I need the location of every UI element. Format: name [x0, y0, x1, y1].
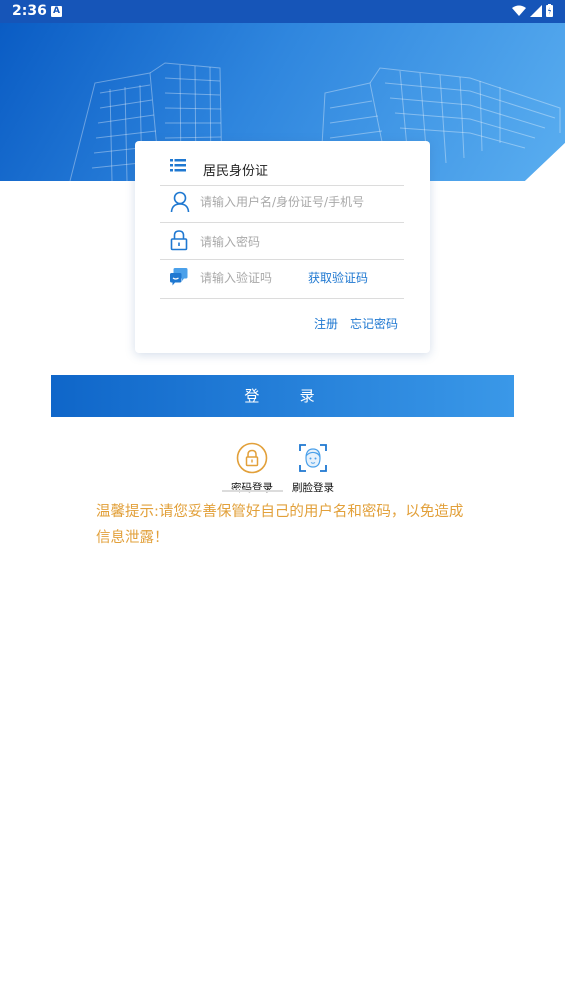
wifi-icon: [512, 5, 526, 16]
id-type-label: 居民身份证: [203, 164, 269, 179]
notification-icon: A: [51, 6, 62, 17]
forgot-password-link[interactable]: 忘记密码: [350, 315, 398, 332]
active-tab-indicator: [222, 490, 283, 492]
password-placeholder: 请输入密码: [200, 235, 261, 249]
chat-icon: [170, 268, 188, 286]
battery-icon: [546, 4, 553, 17]
password-field[interactable]: 请输入密码: [160, 223, 404, 260]
face-login-tab[interactable]: 刷脸登录: [282, 442, 344, 495]
status-time: 2:36: [12, 3, 47, 19]
login-button[interactable]: 登 录: [51, 375, 514, 417]
card-links: 注册 忘记密码: [314, 315, 398, 332]
list-icon: [170, 159, 186, 172]
captcha-placeholder: 请输入验证吗: [200, 271, 273, 285]
username-field[interactable]: 请输入用户名/身份证号/手机号: [160, 186, 404, 223]
username-placeholder: 请输入用户名/身份证号/手机号: [200, 195, 365, 209]
id-type-row[interactable]: 居民身份证: [160, 141, 404, 186]
signal-icon: [530, 4, 542, 17]
status-icons: [512, 4, 553, 17]
warm-tip: 温馨提示:请您妥善保管好自己的用户名和密码，以免造成信息泄露！: [96, 504, 464, 546]
password-login-tab[interactable]: 密码登录: [221, 442, 283, 495]
login-card: 居民身份证 请输入用户名/身份证号/手机号 请输入密码 请输入验证吗 获取验证码…: [135, 141, 430, 353]
register-link[interactable]: 注册: [314, 315, 338, 332]
captcha-field[interactable]: 请输入验证吗 获取验证码: [160, 260, 404, 299]
get-code-button[interactable]: 获取验证码: [308, 269, 368, 286]
lock-icon: [170, 230, 188, 251]
password-login-label: 密码登录: [231, 482, 273, 494]
lock-circle-icon: [236, 442, 268, 474]
face-login-label: 刷脸登录: [292, 482, 334, 494]
status-bar: 2:36 A: [0, 0, 565, 23]
face-scan-icon: [299, 444, 327, 472]
hero-corner-cut: [525, 143, 565, 181]
user-icon: [170, 191, 190, 213]
